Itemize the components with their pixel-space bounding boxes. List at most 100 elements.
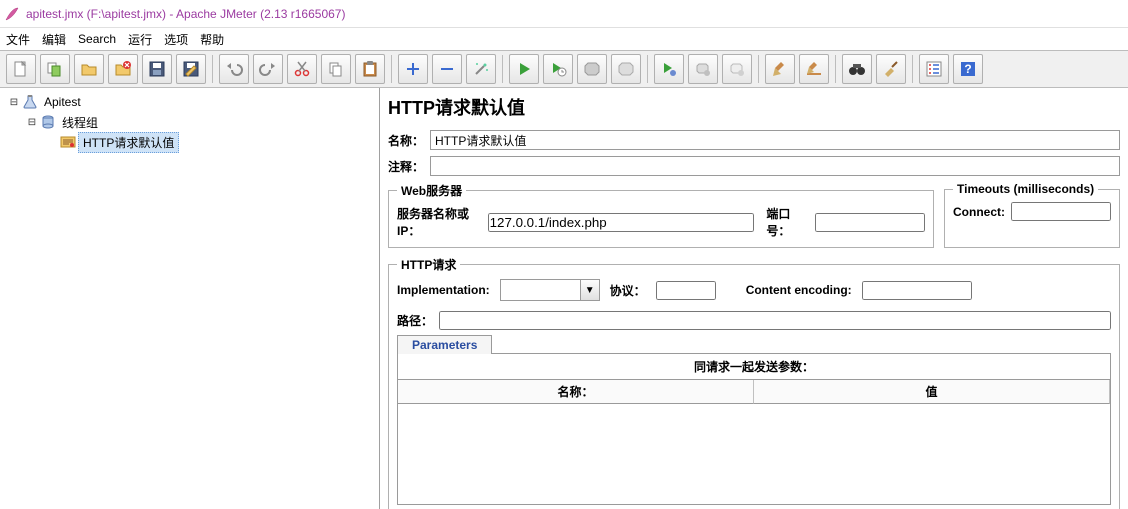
remote-shutdown-button[interactable] xyxy=(722,54,752,84)
tree-node-testplan[interactable]: ⊟ Apitest xyxy=(2,92,379,112)
paste-button[interactable] xyxy=(355,54,385,84)
save-as-icon xyxy=(182,60,200,78)
http-request-legend: HTTP请求 xyxy=(397,256,460,273)
encoding-input[interactable] xyxy=(862,281,972,300)
connect-input[interactable] xyxy=(1011,202,1111,221)
webserver-fieldset: Web服务器 服务器名称或IP： 端口号： xyxy=(388,182,934,248)
help-button[interactable]: ? xyxy=(953,54,983,84)
params-body[interactable] xyxy=(398,404,1110,504)
redo-button[interactable] xyxy=(253,54,283,84)
menu-edit[interactable]: 编辑 xyxy=(42,31,66,48)
menu-file[interactable]: 文件 xyxy=(6,31,30,48)
broom-all-icon xyxy=(805,60,823,78)
chevron-down-icon[interactable]: ▼ xyxy=(580,279,600,301)
reset-search-button[interactable] xyxy=(876,54,906,84)
panel-heading: HTTP请求默认值 xyxy=(388,94,1120,120)
search-button[interactable] xyxy=(842,54,872,84)
start-button[interactable] xyxy=(509,54,539,84)
config-icon xyxy=(60,134,76,150)
path-label: 路径： xyxy=(397,312,433,329)
minus-icon xyxy=(438,60,456,78)
file-icon xyxy=(12,60,30,78)
start-no-pause-button[interactable] xyxy=(543,54,573,84)
timeouts-fieldset: Timeouts (milliseconds) Connect: xyxy=(944,182,1120,248)
help-icon: ? xyxy=(959,60,977,78)
impl-select[interactable]: ▼ xyxy=(500,279,600,301)
menu-bar: 文件 编辑 Search 运行 选项 帮助 xyxy=(0,28,1128,50)
menu-help[interactable]: 帮助 xyxy=(200,31,224,48)
remote-stop-button[interactable] xyxy=(688,54,718,84)
impl-label: Implementation: xyxy=(397,283,490,297)
list-icon xyxy=(925,60,943,78)
server-input[interactable] xyxy=(488,213,755,232)
play-clock-icon xyxy=(549,60,567,78)
folder-close-icon xyxy=(114,60,132,78)
tree-node-http-defaults[interactable]: HTTP请求默认值 xyxy=(2,132,379,152)
remote-start-button[interactable] xyxy=(654,54,684,84)
tree-label-threadgroup: 线程组 xyxy=(58,113,102,132)
tree-label-testplan: Apitest xyxy=(40,94,85,110)
menu-options[interactable]: 选项 xyxy=(164,31,188,48)
server-label: 服务器名称或IP： xyxy=(397,205,482,239)
undo-button[interactable] xyxy=(219,54,249,84)
cut-button[interactable] xyxy=(287,54,317,84)
jmeter-feather-icon xyxy=(4,6,20,22)
flask-icon xyxy=(22,94,38,110)
window-title: apitest.jmx (F:\apitest.jmx) - Apache JM… xyxy=(26,7,345,21)
comment-label: 注释： xyxy=(388,158,424,175)
tree-toggle-icon[interactable]: ⊟ xyxy=(8,96,20,108)
tree-node-threadgroup[interactable]: ⊟ 线程组 xyxy=(2,112,379,132)
port-input[interactable] xyxy=(815,213,925,232)
copy-button[interactable] xyxy=(321,54,351,84)
tree-pane[interactable]: ⊟ Apitest ⊟ 线程组 HTTP请求默认值 xyxy=(0,88,380,509)
toggle-button[interactable] xyxy=(466,54,496,84)
tab-parameters[interactable]: Parameters xyxy=(397,335,492,354)
menu-search[interactable]: Search xyxy=(78,32,116,46)
connect-label: Connect: xyxy=(953,205,1005,219)
menu-run[interactable]: 运行 xyxy=(128,31,152,48)
save-as-button[interactable] xyxy=(176,54,206,84)
function-helper-button[interactable] xyxy=(919,54,949,84)
toolbar: ? xyxy=(0,50,1128,88)
form-pane: HTTP请求默认值 名称： 注释： Web服务器 服务器名称或IP： 端口号： … xyxy=(380,88,1128,509)
shutdown-button[interactable] xyxy=(611,54,641,84)
stop-button[interactable] xyxy=(577,54,607,84)
params-title: 同请求一起发送参数： xyxy=(398,354,1110,380)
name-input[interactable] xyxy=(430,130,1120,150)
port-label: 端口号： xyxy=(766,205,809,239)
path-input[interactable] xyxy=(439,311,1111,330)
protocol-label: 协议： xyxy=(610,282,646,299)
clear-all-button[interactable] xyxy=(799,54,829,84)
undo-icon xyxy=(225,60,243,78)
plus-icon xyxy=(404,60,422,78)
timeouts-legend: Timeouts (milliseconds) xyxy=(953,182,1098,196)
remote-shutdown-icon xyxy=(728,60,746,78)
expand-button[interactable] xyxy=(398,54,428,84)
open-button[interactable] xyxy=(74,54,104,84)
spool-icon xyxy=(40,114,56,130)
clipboard-icon xyxy=(361,60,379,78)
folder-open-icon xyxy=(80,60,98,78)
params-table: 同请求一起发送参数： 名称： 值 xyxy=(397,354,1111,505)
redo-icon xyxy=(259,60,277,78)
collapse-button[interactable] xyxy=(432,54,462,84)
close-button[interactable] xyxy=(108,54,138,84)
scissors-icon xyxy=(293,60,311,78)
remote-stop-icon xyxy=(694,60,712,78)
remote-play-icon xyxy=(660,60,678,78)
wand-icon xyxy=(472,60,490,78)
params-col-name: 名称： xyxy=(398,380,754,404)
templates-button[interactable] xyxy=(40,54,70,84)
encoding-label: Content encoding: xyxy=(746,283,852,297)
shutdown-icon xyxy=(617,60,635,78)
save-icon xyxy=(148,60,166,78)
save-button[interactable] xyxy=(142,54,172,84)
clear-button[interactable] xyxy=(765,54,795,84)
svg-text:?: ? xyxy=(964,62,971,76)
tree-label-http-defaults: HTTP请求默认值 xyxy=(78,132,179,153)
play-icon xyxy=(515,60,533,78)
tree-toggle-icon[interactable]: ⊟ xyxy=(26,116,38,128)
comment-input[interactable] xyxy=(430,156,1120,176)
protocol-input[interactable] xyxy=(656,281,716,300)
new-button[interactable] xyxy=(6,54,36,84)
